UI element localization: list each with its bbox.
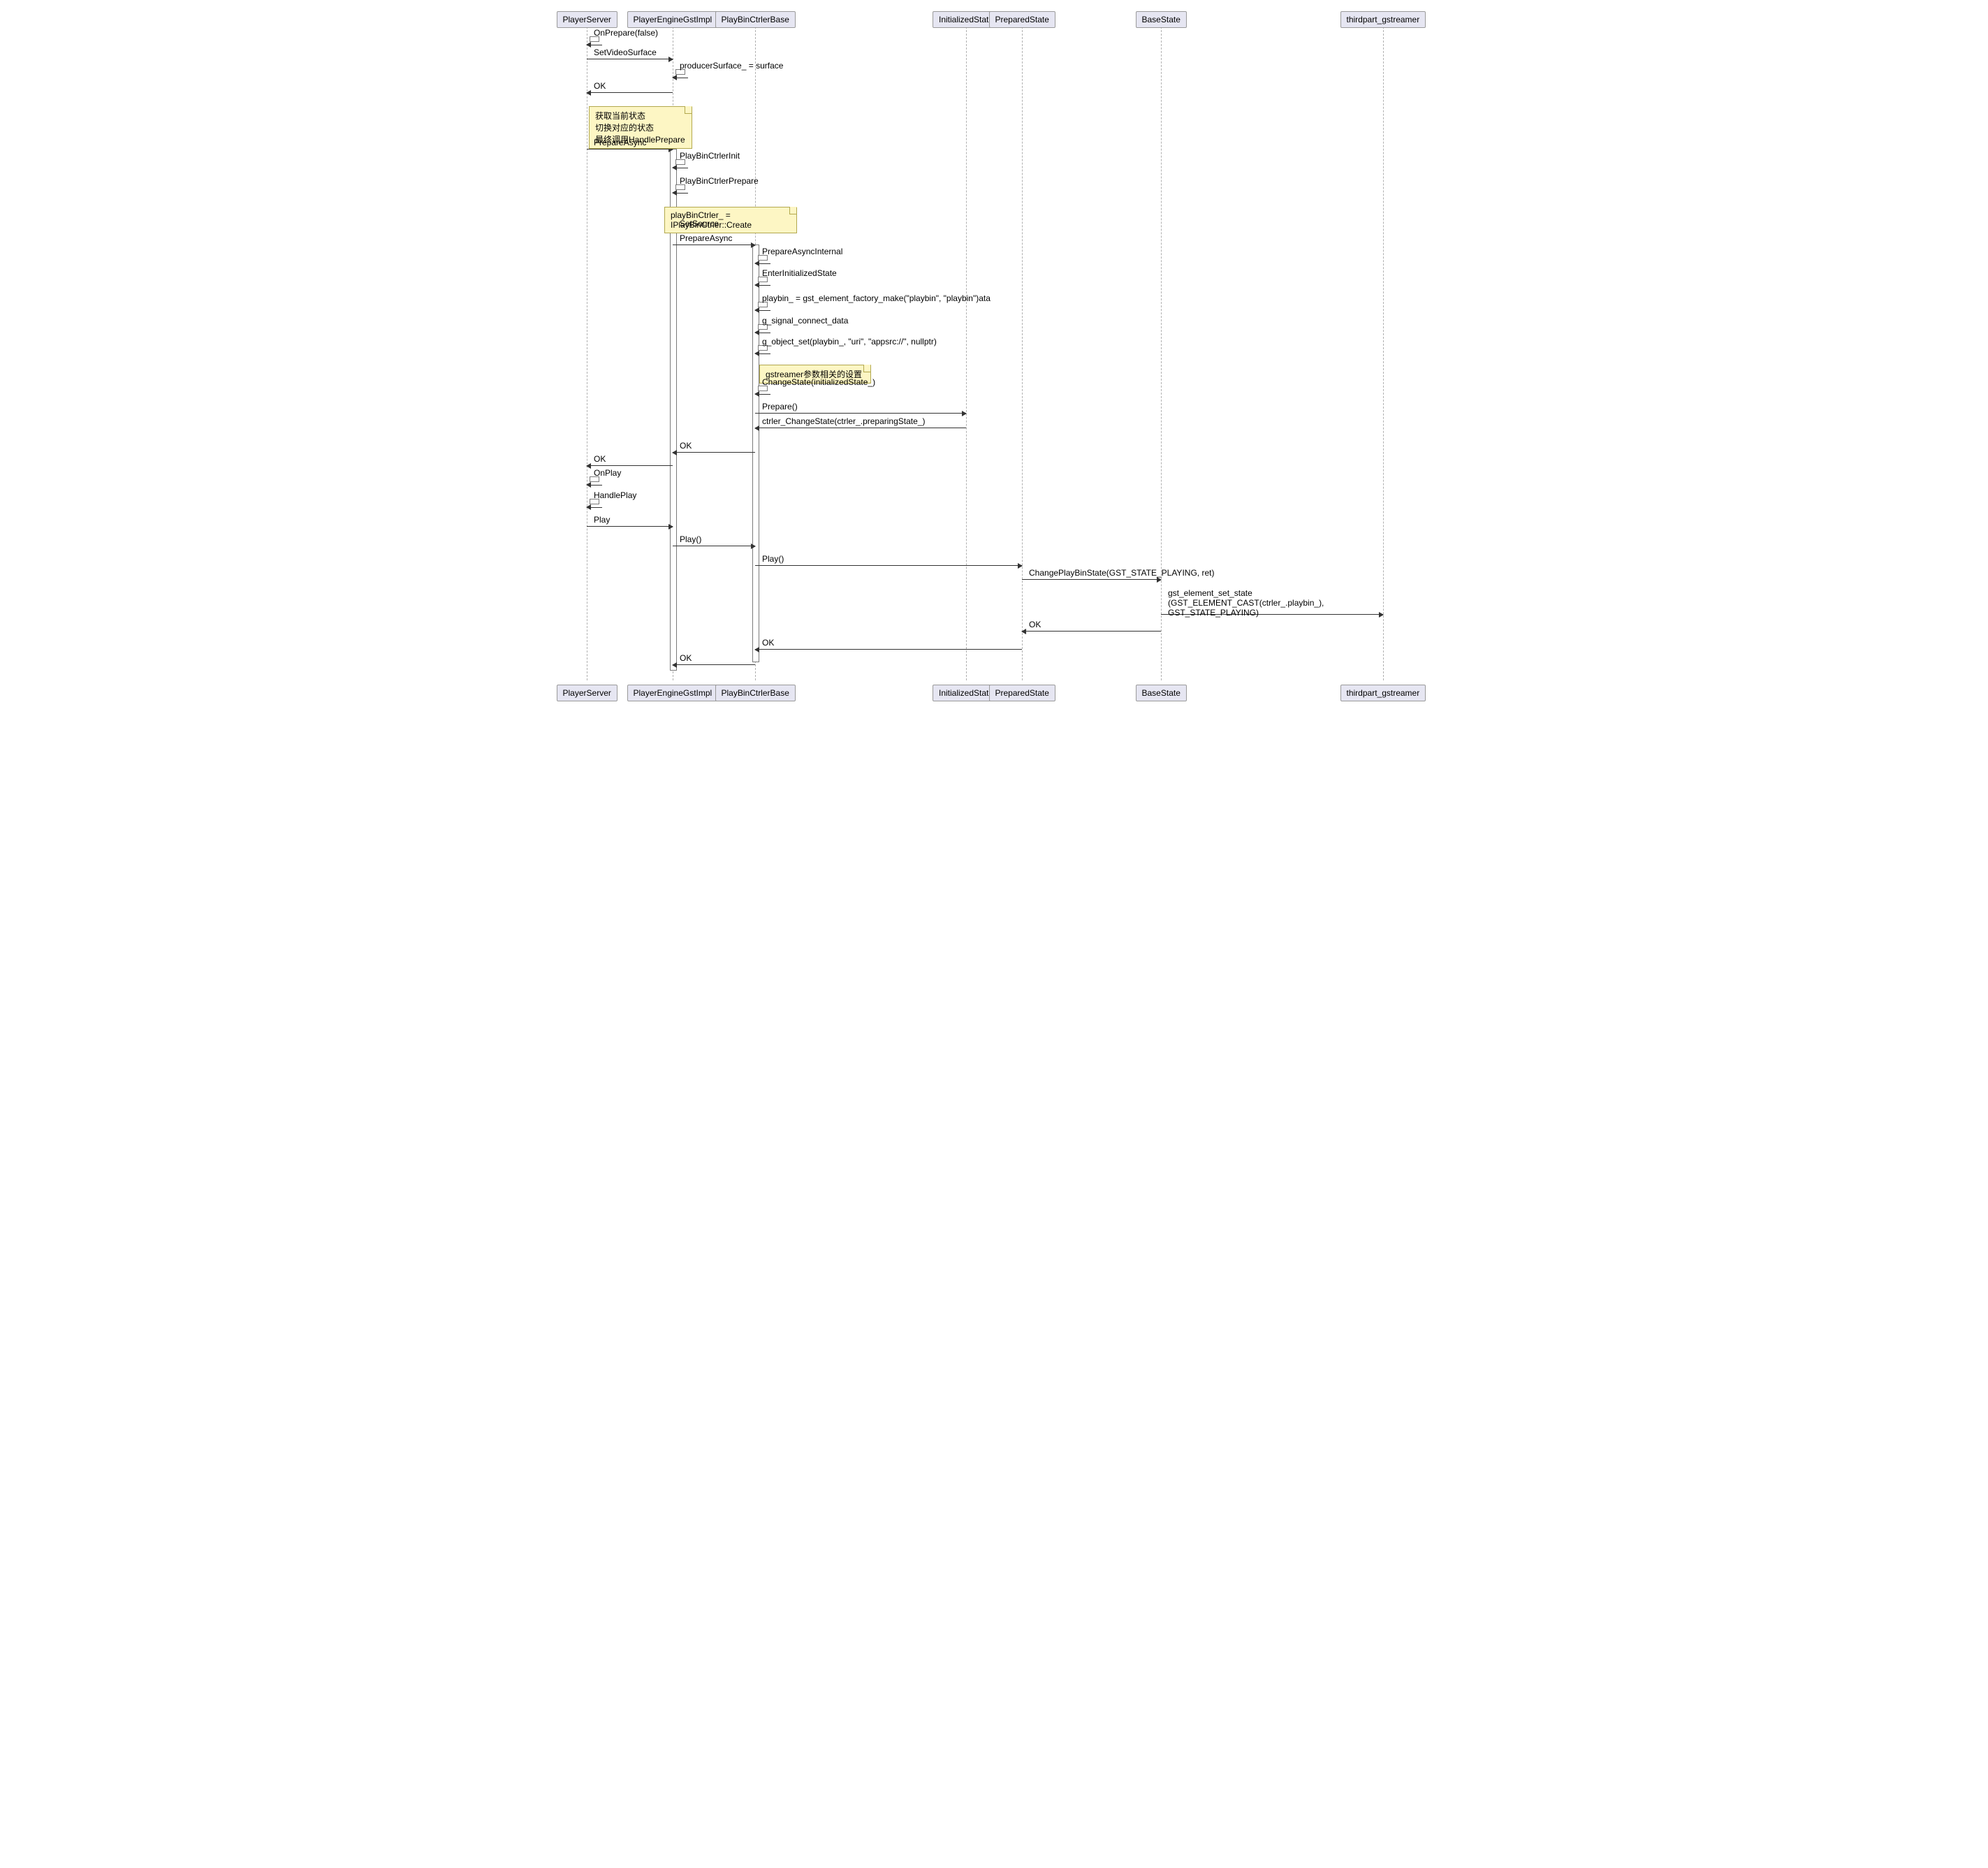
lifeline-p6 [1383, 27, 1384, 680]
arrowhead-icon [1157, 577, 1162, 583]
participant-p2: PlayBinCtrlerBase [715, 11, 796, 28]
arrowhead-icon [1018, 563, 1023, 569]
message-label: g_object_set(playbin_, "uri", "appsrc://… [761, 337, 938, 346]
self-message [587, 478, 608, 492]
message-label: OK [678, 441, 693, 451]
message-label: SetSource [678, 219, 720, 228]
arrowhead-icon [586, 42, 591, 48]
message-label: Play() [678, 534, 703, 544]
message-label: OnPrepare(false) [592, 28, 659, 38]
participant-p4-bottom: PreparedState [989, 685, 1055, 701]
message-arrow [755, 413, 966, 414]
self-message [755, 387, 776, 401]
message-arrow [673, 452, 755, 453]
message-label: OnPlay [592, 468, 622, 478]
lifeline-p3 [966, 27, 967, 680]
message-arrow [587, 526, 673, 527]
self-message [673, 186, 694, 200]
self-message [587, 500, 608, 514]
self-message [673, 71, 694, 85]
participant-p0: PlayerServer [557, 11, 617, 28]
message-label: OK [592, 454, 607, 464]
arrowhead-icon [751, 543, 756, 549]
message-label: PlayBinCtrlerInit [678, 151, 741, 161]
arrowhead-icon [586, 504, 591, 510]
participant-p6: thirdpart_gstreamer [1340, 11, 1426, 28]
arrowhead-icon [672, 450, 677, 455]
participant-p5-bottom: BaseState [1136, 685, 1187, 701]
message-label: PrepareAsyncInternal [761, 247, 844, 256]
arrowhead-icon [751, 242, 756, 248]
participant-p1-bottom: PlayerEngineGstImpl [627, 685, 719, 701]
message-label: PlayBinCtrlerPrepare [678, 176, 760, 186]
arrowhead-icon [586, 463, 591, 469]
arrowhead-icon [754, 425, 759, 431]
arrowhead-icon [586, 482, 591, 488]
arrowhead-icon [754, 307, 759, 313]
message-arrow [755, 565, 1022, 566]
arrowhead-icon [754, 647, 759, 652]
self-message [755, 346, 776, 360]
message-arrow [587, 465, 673, 466]
self-message [755, 278, 776, 292]
participant-p5: BaseState [1136, 11, 1187, 28]
self-message [755, 303, 776, 317]
message-arrow [673, 664, 755, 665]
message-label: ChangePlayBinState(GST_STATE_PLAYING, re… [1028, 568, 1215, 578]
message-label: ChangeState(initializedState_) [761, 377, 877, 387]
message-label: playbin_ = gst_element_factory_make("pla… [761, 293, 992, 303]
arrowhead-icon [668, 57, 673, 62]
participant-p1: PlayerEngineGstImpl [627, 11, 719, 28]
message-arrow [1022, 631, 1161, 632]
arrowhead-icon [754, 391, 759, 397]
lifeline-p4 [1022, 27, 1023, 680]
arrowhead-icon [1379, 612, 1384, 618]
message-label: Play() [761, 554, 785, 564]
message-label: Play [592, 515, 611, 525]
message-arrow [1022, 579, 1161, 580]
message-label: producerSurface_ = surface [678, 61, 784, 71]
message-label: OK [592, 81, 607, 91]
arrowhead-icon [754, 330, 759, 335]
message-label: Prepare() [761, 402, 799, 411]
message-label: PrepareAsync [678, 233, 733, 243]
arrowhead-icon [754, 351, 759, 356]
sequence-diagram: PlayerServerPlayerServerPlayerEngineGstI… [561, 0, 1427, 706]
arrowhead-icon [586, 90, 591, 96]
message-label: gst_element_set_state(GST_ELEMENT_CAST(c… [1167, 588, 1325, 618]
self-message [673, 161, 694, 175]
participant-p0-bottom: PlayerServer [557, 685, 617, 701]
message-arrow [587, 92, 673, 93]
message-label: OK [761, 638, 775, 648]
arrowhead-icon [754, 282, 759, 288]
message-label: OK [678, 653, 693, 663]
message-label: OK [1028, 620, 1042, 629]
arrowhead-icon [962, 411, 967, 416]
arrowhead-icon [672, 75, 677, 80]
participant-p2-bottom: PlayBinCtrlerBase [715, 685, 796, 701]
participant-p4: PreparedState [989, 11, 1055, 28]
participant-p6-bottom: thirdpart_gstreamer [1340, 685, 1426, 701]
arrowhead-icon [672, 190, 677, 196]
message-label: SetVideoSurface [592, 48, 658, 57]
message-arrow [755, 649, 1022, 650]
message-label: g_signal_connect_data [761, 316, 849, 326]
arrowhead-icon [672, 165, 677, 170]
arrowhead-icon [754, 261, 759, 266]
message-label: PrepareAsync [592, 138, 648, 147]
message-label: HandlePlay [592, 490, 638, 500]
message-label: EnterInitializedState [761, 268, 838, 278]
arrowhead-icon [668, 524, 673, 530]
message-label: ctrler_ChangeState(ctrler_.preparingStat… [761, 416, 926, 426]
arrowhead-icon [1021, 629, 1026, 634]
arrowhead-icon [672, 662, 677, 668]
